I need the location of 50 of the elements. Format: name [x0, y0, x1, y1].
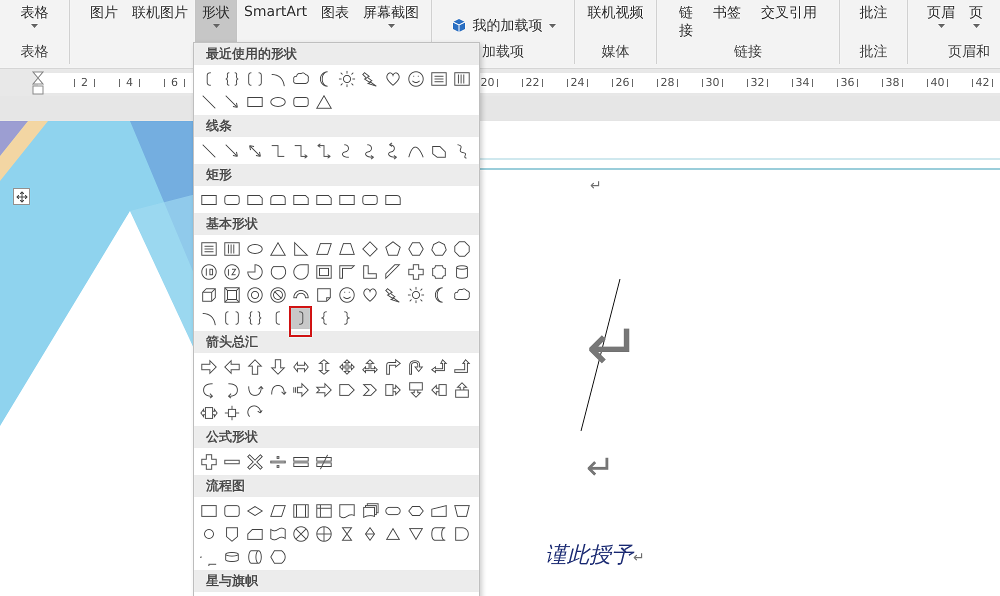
section-header: 线条: [194, 115, 479, 137]
group-label: 表格: [20, 42, 50, 62]
ruler-number: 34: [780, 76, 825, 89]
section-header: 公式形状: [194, 426, 479, 448]
ribbon-button[interactable]: 形状: [195, 0, 237, 42]
ruler-number: 26: [600, 76, 645, 89]
paragraph-mark: ↵: [590, 179, 602, 193]
ruler-number: 38: [870, 76, 915, 89]
ruler-number: 30: [690, 76, 735, 89]
ribbon-button[interactable]: 交叉引用: [754, 0, 824, 42]
group-label: 媒体: [600, 42, 630, 62]
section-header: 基本形状: [194, 213, 479, 235]
ribbon-button[interactable]: 我的加载项: [446, 0, 560, 40]
move-handle-icon[interactable]: [13, 188, 30, 205]
ribbon-button[interactable]: 链接: [672, 0, 700, 42]
ribbon-button[interactable]: 联机视频: [580, 0, 650, 42]
ruler-number: 24: [555, 76, 600, 89]
paragraph-mark: ↵: [586, 451, 614, 485]
ribbon-button[interactable]: 联机图片: [125, 0, 195, 42]
ribbon-button[interactable]: 页: [962, 0, 990, 42]
highlight-frame: [289, 306, 312, 337]
group-label: 批注: [858, 42, 888, 62]
ruler-number: 6: [152, 76, 197, 89]
section-header: 矩形: [194, 164, 479, 186]
group-label: 页眉和: [947, 42, 991, 62]
ribbon-button[interactable]: 表格: [14, 0, 56, 42]
ribbon-button[interactable]: 书签: [706, 0, 748, 42]
ruler-number: 40: [915, 76, 960, 89]
group-label: 加载项: [481, 42, 525, 62]
ruler-number: 36: [825, 76, 870, 89]
group-label: 链接: [733, 42, 763, 62]
cube-icon: [450, 18, 466, 34]
ribbon-button[interactable]: 页眉: [920, 0, 962, 42]
section-header: 星与旗帜: [194, 570, 479, 592]
ribbon-button[interactable]: 图表: [314, 0, 356, 42]
ribbon-button[interactable]: 图片: [83, 0, 125, 42]
section-header: 流程图: [194, 475, 479, 497]
ribbon-button[interactable]: SmartArt: [237, 0, 314, 42]
ruler-number: 2: [62, 76, 107, 89]
ribbon-button[interactable]: 批注: [852, 0, 894, 42]
ruler-number: 42: [960, 76, 1000, 89]
ribbon-button[interactable]: 屏幕截图: [356, 0, 426, 42]
ruler-number: 4: [107, 76, 152, 89]
section-header: 箭头总汇: [194, 331, 479, 353]
ruler-number: 28: [645, 76, 690, 89]
section-header: 最近使用的形状: [194, 43, 479, 65]
paragraph-mark: ↵: [633, 551, 645, 565]
signature-text: 谨此授予: [545, 543, 633, 569]
ruler-number: 22: [510, 76, 555, 89]
ruler-number: 32: [735, 76, 780, 89]
